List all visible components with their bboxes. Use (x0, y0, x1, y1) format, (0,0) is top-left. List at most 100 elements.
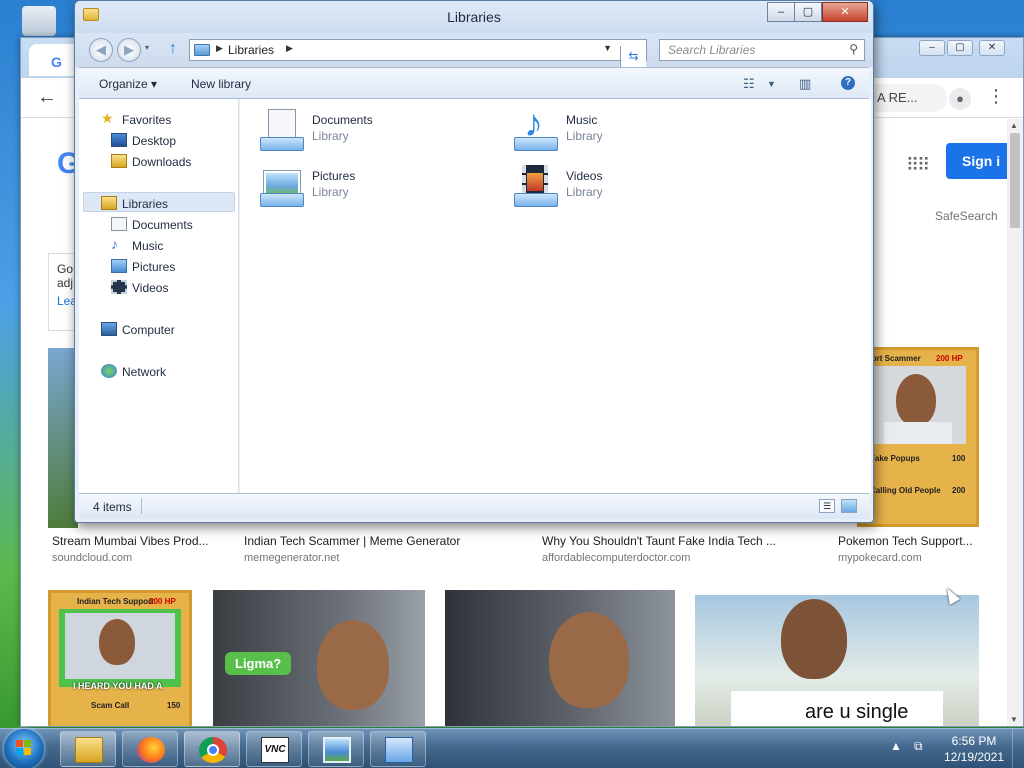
back-arrow-icon[interactable]: ← (37, 86, 57, 109)
result-image-4[interactable]: pport Scammer 200 HP Fake Popups 100 Cal… (857, 347, 979, 527)
card2-dmg: 150 (167, 701, 181, 710)
address-segment[interactable]: Libraries (228, 43, 274, 57)
libraries-folder-icon (194, 44, 210, 56)
videos-icon (111, 280, 127, 294)
clock-date: 12/19/2021 (943, 750, 1005, 764)
network-tray-icon[interactable]: ⧉ (914, 739, 923, 754)
address-bar[interactable]: ▶ Libraries ▶ ▼ ⇆ (189, 39, 647, 68)
result-image-5[interactable]: Indian Tech Support 200 HP I HEARD YOU H… (48, 590, 192, 726)
result-caption-1[interactable]: Stream Mumbai Vibes Prod... (52, 534, 209, 548)
system-clock[interactable]: 6:56 PM 12/19/2021 (938, 733, 1010, 765)
content-pane: Documents Library ♪ Music Library Pictur… (240, 99, 871, 493)
result-source-2[interactable]: memegenerator.net (244, 552, 339, 564)
up-arrow-icon[interactable]: ↑ (169, 40, 177, 58)
preview-pane-icon[interactable]: ▥ (799, 76, 811, 92)
documents-icon (111, 217, 127, 231)
start-button[interactable] (4, 729, 44, 768)
item-count: 4 items (93, 500, 132, 514)
network-icon (101, 364, 117, 378)
command-bar: Organize ▾ New library ☷ ▼ ▥ ? (79, 67, 869, 99)
chevron-right-icon[interactable]: ▶ (216, 43, 223, 54)
maximize-button[interactable]: ▢ (794, 2, 822, 22)
videos-library-icon (512, 165, 560, 211)
recycle-bin-icon[interactable] (22, 6, 56, 36)
scroll-thumb[interactable] (1010, 133, 1020, 228)
chrome-minimize-button[interactable]: – (919, 40, 945, 56)
nav-label-computer: Computer (122, 323, 175, 337)
chrome-scrollbar[interactable]: ▲ ▼ (1007, 119, 1023, 726)
details-view-icon[interactable]: ☰ (819, 499, 835, 513)
photo-viewer-icon (323, 737, 351, 763)
card2-title: Indian Tech Support (77, 597, 154, 606)
chrome-close-button[interactable]: ✕ (979, 40, 1005, 56)
change-view-icon[interactable]: ☷ (743, 76, 755, 92)
scroll-down-icon[interactable]: ▼ (1010, 715, 1018, 724)
scroll-up-icon[interactable]: ▲ (1010, 121, 1018, 130)
card2-hp: 200 HP (149, 597, 176, 606)
result-source-4[interactable]: mypokecard.com (838, 552, 922, 564)
profile-avatar-icon[interactable]: ● (949, 88, 971, 110)
result-source-1[interactable]: soundcloud.com (52, 552, 132, 564)
explorer-folder-icon (75, 737, 103, 763)
nav-label-music: Music (132, 239, 164, 253)
help-icon[interactable]: ? (841, 76, 855, 90)
back-button[interactable]: ◀ (89, 38, 113, 62)
explorer-titlebar[interactable]: Libraries – ▢ ✕ (75, 1, 873, 33)
result-caption-2[interactable]: Indian Tech Scammer | Meme Generator (244, 534, 460, 548)
result-caption-3[interactable]: Why You Shouldn't Taunt Fake India Tech … (542, 534, 776, 548)
meme-caption-text: are u single (805, 701, 909, 723)
show-desktop-button[interactable] (1012, 729, 1024, 768)
close-button[interactable]: ✕ (822, 2, 868, 22)
library-name: Music (566, 113, 598, 127)
large-icons-view-icon[interactable] (841, 499, 857, 513)
card2-portrait (59, 609, 181, 687)
documents-library-icon (258, 109, 306, 155)
chrome-menu-icon[interactable]: ⋮ (987, 86, 1005, 107)
taskbar-control-panel-button[interactable] (370, 731, 426, 767)
new-library-button[interactable]: New library (191, 77, 251, 91)
result-source-3[interactable]: affordablecomputerdoctor.com (542, 552, 690, 564)
library-item-videos[interactable]: Videos Library (512, 163, 742, 215)
minimize-button[interactable]: – (767, 2, 795, 22)
sign-in-button[interactable]: Sign i (946, 143, 1016, 179)
nav-label-pictures: Pictures (132, 260, 176, 274)
taskbar-vnc-button[interactable]: VNC (246, 731, 302, 767)
result-image-8[interactable]: are u single (695, 595, 979, 726)
person-face-8 (781, 599, 847, 679)
organize-button[interactable]: Organize ▾ (99, 77, 157, 91)
library-type: Library (312, 185, 349, 199)
search-input[interactable]: Search Libraries ⚲ (659, 39, 865, 61)
library-name: Documents (312, 113, 373, 127)
segment-chevron-icon[interactable]: ▶ (286, 43, 293, 54)
library-item-documents[interactable]: Documents Library (258, 107, 488, 159)
card-hp: 200 HP (936, 354, 963, 363)
apps-grid-icon[interactable]: ⠿⠿ (906, 155, 930, 176)
result-caption-4[interactable]: Pokemon Tech Support... (838, 534, 973, 548)
taskbar-explorer-button[interactable] (60, 731, 116, 767)
address-dropdown-icon[interactable]: ▼ (603, 43, 612, 53)
library-item-pictures[interactable]: Pictures Library (258, 163, 488, 215)
nav-label-videos: Videos (132, 281, 169, 295)
forward-button[interactable]: ▶ (117, 38, 141, 62)
result-image-6[interactable]: Ligma? (213, 590, 425, 726)
face-image (896, 374, 936, 426)
taskbar-chrome-button[interactable] (184, 731, 240, 767)
search-icon[interactable]: ⚲ (849, 42, 858, 56)
search-placeholder: Search Libraries (668, 43, 756, 57)
control-panel-icon (385, 737, 413, 763)
taskbar-firefox-button[interactable] (122, 731, 178, 767)
refresh-button[interactable]: ⇆ (620, 46, 646, 68)
card-move-1-dmg: 100 (952, 454, 966, 463)
meme-caption-box: are u single (731, 691, 943, 726)
view-dropdown-icon[interactable]: ▼ (767, 79, 776, 89)
card-portrait (870, 366, 966, 444)
library-item-music[interactable]: ♪ Music Library (512, 105, 742, 159)
recent-pages-icon[interactable]: ▾ (145, 43, 149, 52)
card2-face (99, 619, 135, 665)
google-favicon: G (51, 54, 62, 70)
taskbar-photo-viewer-button[interactable] (308, 731, 364, 767)
safesearch-label[interactable]: SafeSearch (935, 209, 998, 223)
tray-expand-icon[interactable]: ▲ (890, 739, 902, 753)
result-image-7[interactable] (445, 590, 675, 726)
chrome-maximize-button[interactable]: ▢ (947, 40, 973, 56)
